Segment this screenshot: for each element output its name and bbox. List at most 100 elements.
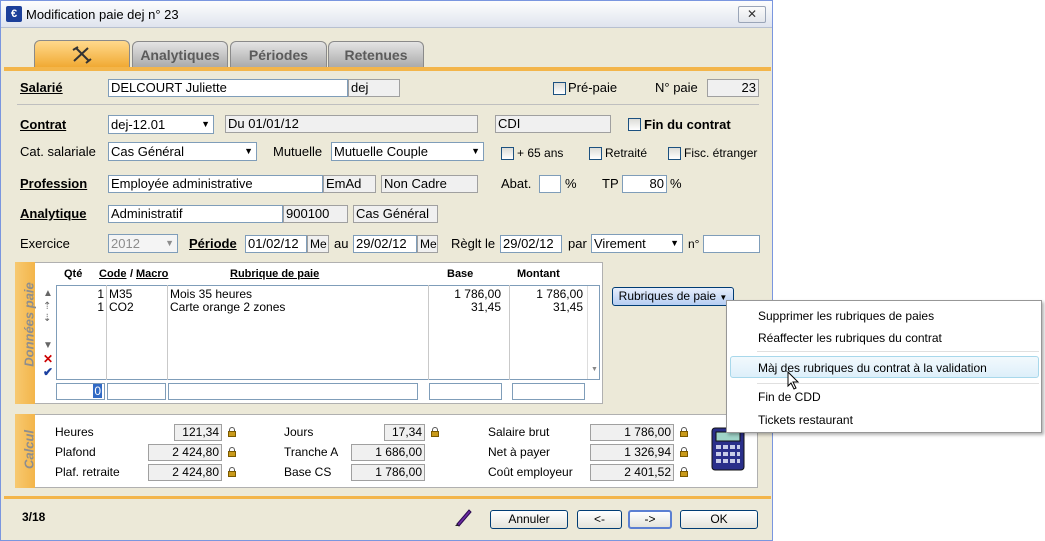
menu-item-supprimer[interactable]: Supprimer les rubriques de paies [758, 309, 934, 323]
arrow-down-icon[interactable]: ▼ [43, 340, 53, 351]
montant-input[interactable] [512, 383, 585, 400]
periode-from-day: Me [307, 235, 329, 253]
periode-label[interactable]: Période [189, 236, 237, 251]
menu-item-tickets[interactable]: Tickets restaurant [758, 413, 853, 427]
lock-icon[interactable] [227, 427, 236, 437]
analytique-field[interactable]: Administratif [108, 205, 283, 223]
brut-label: Salaire brut [488, 425, 550, 439]
tab-retenues[interactable]: Retenues [328, 41, 424, 68]
cell-base: 31,45 [470, 300, 501, 314]
statut-field: Non Cadre [381, 175, 478, 193]
next-button[interactable]: -> [628, 510, 672, 529]
donnees-title: Données paie [21, 282, 37, 367]
analytique-label[interactable]: Analytique [20, 206, 86, 221]
code-input[interactable] [107, 383, 166, 400]
n-label: n° [688, 237, 700, 251]
separator [17, 104, 759, 105]
menu-item-reaffecter[interactable]: Réaffecter les rubriques du contrat [758, 331, 942, 345]
profession-label[interactable]: Profession [20, 176, 87, 191]
cell-montant: 1 786,00 [536, 287, 583, 301]
salarie-label[interactable]: Salarié [20, 80, 63, 95]
mutuelle-select[interactable]: Mutuelle Couple ▼ [331, 142, 484, 161]
par-label: par [568, 236, 587, 251]
lock-icon[interactable] [227, 467, 236, 477]
tab-analytiques[interactable]: Analytiques [132, 41, 228, 68]
payroll-window: € Modification paie dej n° 23 ✕ Analytiq… [0, 0, 773, 541]
fisc-checkbox[interactable] [668, 147, 681, 160]
abat-field[interactable] [539, 175, 561, 193]
window-title: Modification paie dej n° 23 [26, 7, 179, 22]
tab-periodes[interactable]: Périodes [230, 41, 327, 68]
annuler-button[interactable]: Annuler [490, 510, 568, 529]
delete-icon[interactable]: ✕ [43, 352, 53, 366]
menu-separator [757, 351, 1039, 352]
cell-qte: 1 [97, 287, 104, 301]
col-code-header[interactable]: Code [99, 268, 127, 280]
chevron-down-icon: ▼ [471, 146, 480, 156]
move-up-icon[interactable]: ⇡ [43, 301, 51, 312]
plus65-checkbox[interactable] [501, 147, 514, 160]
move-down-icon[interactable]: ⇣ [43, 313, 51, 324]
scroll-down-icon[interactable]: ▼ [591, 366, 598, 373]
col-macro-header[interactable]: Macro [136, 268, 168, 280]
abat-percent: % [565, 176, 577, 191]
cell-qte: 1 [97, 300, 104, 314]
table-scrollbar[interactable]: ▼ [587, 286, 599, 379]
lock-icon[interactable] [679, 427, 688, 437]
fin-contrat-checkbox[interactable] [628, 118, 641, 131]
validate-icon[interactable]: ✔ [43, 365, 53, 379]
rubrique-input[interactable] [168, 383, 418, 400]
fin-contrat-label: Fin du contrat [644, 117, 731, 132]
arrow-up-icon[interactable]: ▲ [43, 288, 53, 299]
salarie-code-field: dej [348, 79, 400, 97]
plafond-label: Plafond [55, 445, 96, 459]
n-field[interactable] [703, 235, 760, 253]
exercice-select[interactable]: 2012 ▼ [108, 234, 178, 253]
lock-icon[interactable] [679, 467, 688, 477]
exercice-value: 2012 [111, 236, 140, 251]
cat-value: Cas Général [111, 144, 184, 159]
cat-select[interactable]: Cas Général ▼ [108, 142, 257, 161]
rubriques-button[interactable]: Rubriques de paie ▼ [612, 287, 734, 306]
base-input[interactable] [429, 383, 502, 400]
tp-field[interactable]: 80 [622, 175, 667, 193]
contrat-label[interactable]: Contrat [20, 117, 66, 132]
prepaie-checkbox[interactable] [553, 82, 566, 95]
title-bar: € Modification paie dej n° 23 ✕ [1, 1, 772, 28]
periode-from-field[interactable]: 01/02/12 [245, 235, 307, 253]
abat-label: Abat. [501, 176, 532, 191]
cell-code: M35 [109, 287, 133, 301]
chevron-down-icon: ▼ [244, 146, 253, 156]
retraite-checkbox[interactable] [589, 147, 602, 160]
fisc-label: Fisc. étranger [684, 146, 758, 160]
brut-field: 1 786,00 [590, 424, 674, 441]
salarie-name-field[interactable]: DELCOURT Juliette [108, 79, 348, 97]
contrat-select[interactable]: dej-12.01 ▼ [108, 115, 214, 134]
close-button[interactable]: ✕ [738, 6, 766, 23]
chevron-down-icon: ▼ [201, 119, 210, 129]
qte-input[interactable]: 0 [56, 383, 105, 400]
plafret-field: 2 424,80 [148, 464, 222, 481]
prev-button[interactable]: <- [577, 510, 622, 529]
mode-select[interactable]: Virement ▼ [591, 234, 683, 253]
reglt-field[interactable]: 29/02/12 [500, 235, 562, 253]
app-icon: € [6, 6, 22, 22]
col-rubrique-header[interactable]: Rubrique de paie [230, 268, 319, 280]
rubriques-menu: Supprimer les rubriques de paies Réaffec… [726, 300, 1042, 433]
pen-icon[interactable] [453, 507, 473, 527]
periode-to-field[interactable]: 29/02/12 [353, 235, 417, 253]
lock-icon[interactable] [227, 447, 236, 457]
col-divider [167, 285, 168, 380]
ok-button[interactable]: OK [680, 510, 758, 529]
mode-value: Virement [594, 236, 646, 251]
basecs-field: 1 786,00 [351, 464, 425, 481]
calculator-icon[interactable] [711, 427, 745, 471]
cat-label: Cat. salariale [20, 144, 96, 159]
tab-main[interactable] [34, 40, 130, 68]
cell-montant: 31,45 [552, 300, 583, 314]
profession-field[interactable]: Employée administrative [108, 175, 323, 193]
cell-rubrique: Carte orange 2 zones [170, 300, 286, 314]
lock-icon[interactable] [679, 447, 688, 457]
lock-icon[interactable] [430, 427, 439, 437]
menu-item-fin-cdd[interactable]: Fin de CDD [758, 390, 821, 404]
